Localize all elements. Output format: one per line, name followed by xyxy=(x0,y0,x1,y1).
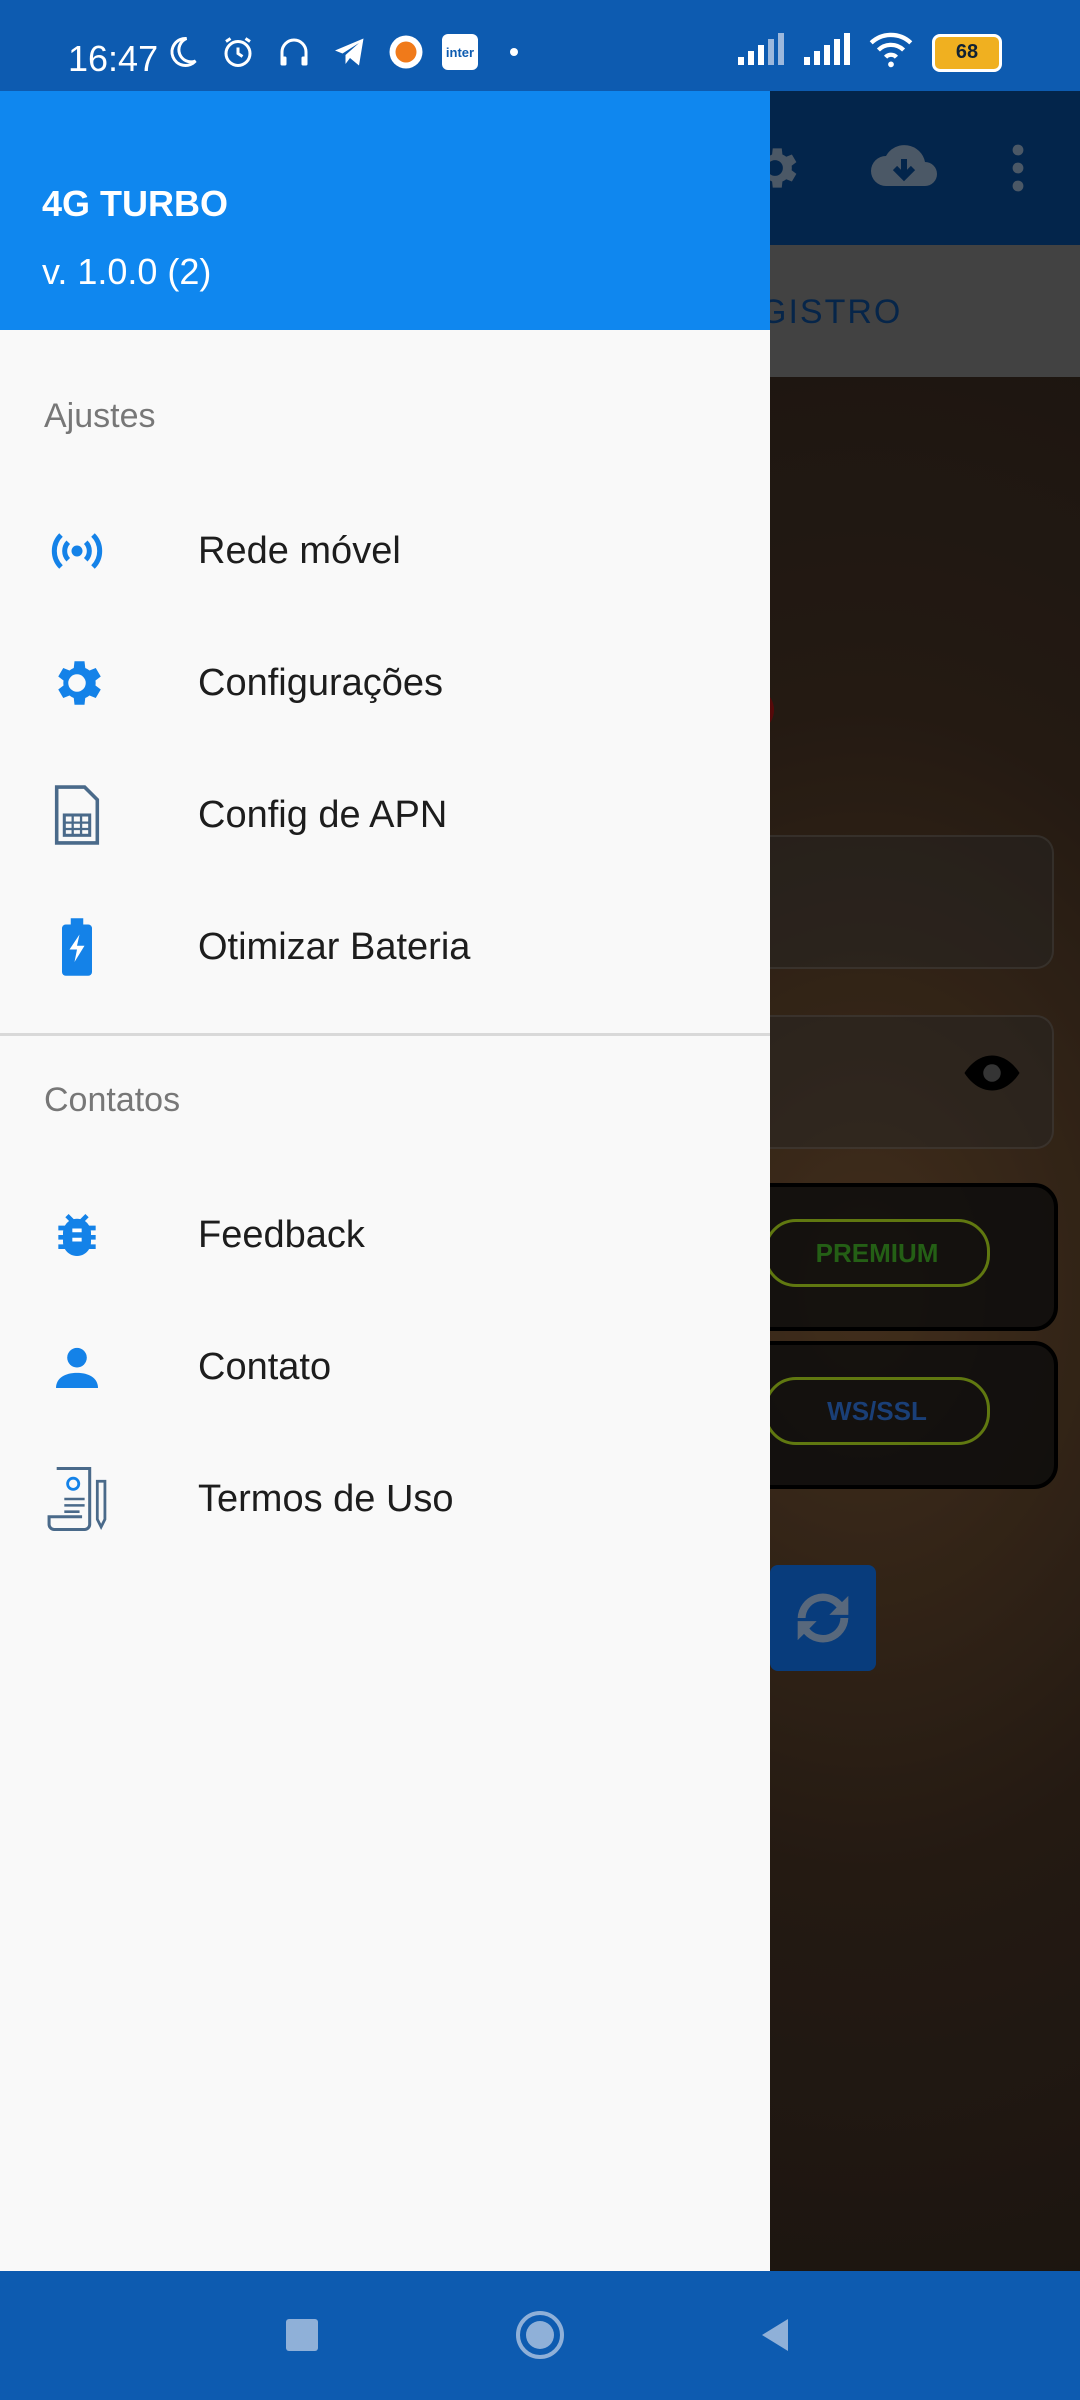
home-button[interactable] xyxy=(510,2305,570,2365)
status-bar: 16:47 inter 68 xyxy=(0,0,1080,91)
menu-item-label: Config de APN xyxy=(198,793,448,836)
back-button[interactable] xyxy=(746,2305,806,2365)
section-divider xyxy=(0,1033,770,1036)
recents-button[interactable] xyxy=(272,2305,332,2365)
alarm-icon xyxy=(218,32,258,72)
battery-indicator: 68 xyxy=(932,33,1002,72)
telegram-icon xyxy=(330,32,370,72)
navigation-drawer: 4G TURBO v. 1.0.0 (2) Ajustes Rede móvel… xyxy=(0,91,770,2271)
menu-item-termos-de-uso[interactable]: Termos de Uso xyxy=(0,1433,770,1565)
system-navigation-bar xyxy=(0,2271,1080,2400)
app-version: v. 1.0.0 (2) xyxy=(42,251,212,292)
menu-item-label: Contato xyxy=(198,1345,332,1388)
mobile-network-icon xyxy=(44,518,110,584)
menu-item-label: Otimizar Bateria xyxy=(198,925,471,968)
person-icon xyxy=(44,1334,110,1400)
signal-icon-2 xyxy=(802,33,850,72)
app-title: 4G TURBO xyxy=(42,183,229,224)
menu-item-configuracoes[interactable]: Configurações xyxy=(0,617,770,749)
menu-item-label: Configurações xyxy=(198,661,444,704)
section-label-ajustes: Ajustes xyxy=(44,397,156,435)
menu-item-otimizar-bateria[interactable]: Otimizar Bateria xyxy=(0,881,770,1013)
status-icons: inter xyxy=(162,32,534,72)
section-label-contatos: Contatos xyxy=(44,1081,181,1119)
battery-charging-icon xyxy=(44,914,110,980)
status-right: 68 xyxy=(736,32,1002,73)
headphones-icon xyxy=(274,32,314,72)
wifi-icon xyxy=(868,32,914,73)
menu-item-label: Termos de Uso xyxy=(198,1477,454,1520)
sim-card-icon xyxy=(44,782,110,848)
menu-item-contato[interactable]: Contato xyxy=(0,1301,770,1433)
moon-icon xyxy=(162,32,202,72)
menu-item-feedback[interactable]: Feedback xyxy=(0,1169,770,1301)
document-icon xyxy=(44,1466,110,1532)
menu-item-label: Feedback xyxy=(198,1213,365,1256)
bug-icon xyxy=(44,1202,110,1268)
inter-app-icon: inter xyxy=(442,34,478,70)
status-time: 16:47 xyxy=(68,38,159,79)
gear-icon xyxy=(44,650,110,716)
drawer-header: 4G TURBO v. 1.0.0 (2) xyxy=(0,91,770,330)
app-badge-icon xyxy=(386,32,426,72)
menu-item-label: Rede móvel xyxy=(198,529,401,572)
menu-item-rede-movel[interactable]: Rede móvel xyxy=(0,485,770,617)
signal-icon xyxy=(736,33,784,72)
dot-icon xyxy=(494,32,534,72)
menu-item-config-apn[interactable]: Config de APN xyxy=(0,749,770,881)
